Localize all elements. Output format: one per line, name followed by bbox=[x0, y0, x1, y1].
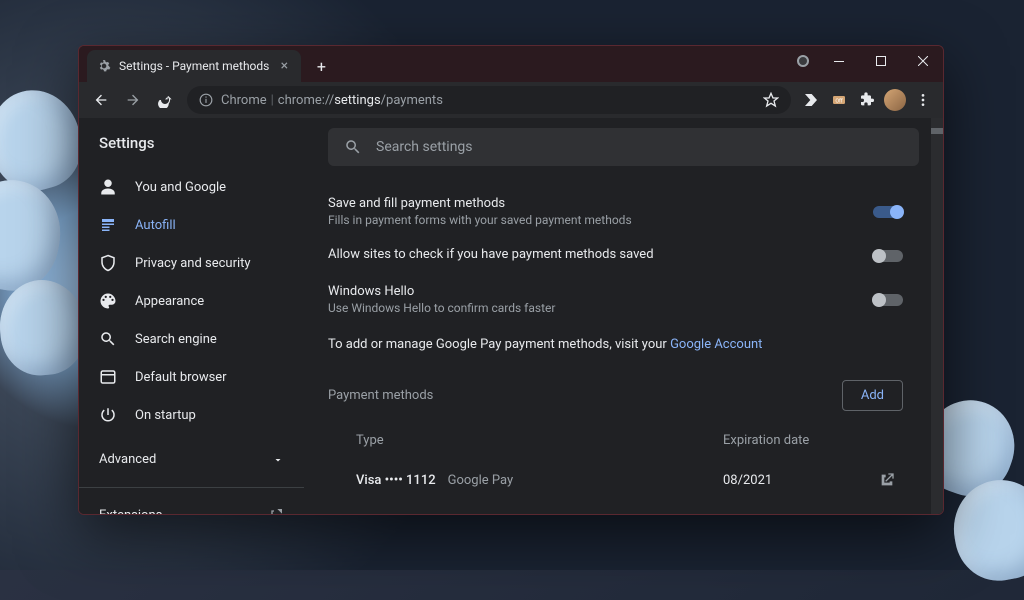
shield-icon bbox=[99, 254, 117, 272]
setting-windows-hello: Windows Hello Use Windows Hello to confi… bbox=[328, 274, 903, 325]
reload-button[interactable] bbox=[151, 86, 179, 114]
external-link-icon bbox=[268, 507, 284, 515]
profile-avatar[interactable] bbox=[883, 88, 907, 112]
setting-save-fill: Save and fill payment methods Fills in p… bbox=[328, 186, 903, 237]
gear-icon bbox=[97, 59, 111, 73]
extension-icon-1[interactable] bbox=[799, 88, 823, 112]
card-source: Google Pay bbox=[448, 473, 514, 488]
toggle-allow-check[interactable] bbox=[873, 250, 903, 262]
url-scheme: Chrome bbox=[221, 93, 267, 108]
setting-allow-check: Allow sites to check if you have payment… bbox=[328, 237, 903, 274]
close-tab-icon[interactable]: × bbox=[277, 59, 291, 73]
autofill-icon bbox=[99, 216, 117, 234]
divider bbox=[79, 487, 304, 488]
search-placeholder: Search settings bbox=[376, 139, 473, 155]
sidebar-item-privacy[interactable]: Privacy and security bbox=[79, 244, 304, 282]
minimize-button[interactable] bbox=[819, 46, 859, 76]
column-type: Type bbox=[356, 433, 723, 448]
search-icon bbox=[344, 138, 362, 156]
address-bar: Chrome | chrome://settings/payments Off bbox=[79, 82, 943, 118]
site-info-icon bbox=[199, 93, 213, 107]
card-expiration: 08/2021 bbox=[723, 473, 871, 488]
scrollbar[interactable] bbox=[931, 118, 943, 514]
browser-tab[interactable]: Settings - Payment methods × bbox=[87, 50, 301, 82]
bookmark-star-icon[interactable] bbox=[763, 92, 779, 108]
setting-label: Save and fill payment methods bbox=[328, 196, 873, 211]
sidebar-item-appearance[interactable]: Appearance bbox=[79, 282, 304, 320]
settings-title: Settings bbox=[79, 118, 304, 164]
update-indicator[interactable] bbox=[797, 55, 809, 67]
maximize-button[interactable] bbox=[861, 46, 901, 76]
card-name: Visa •••• 1112 bbox=[356, 473, 436, 488]
power-icon bbox=[99, 406, 117, 424]
payment-methods-heading: Payment methods bbox=[328, 388, 433, 403]
new-tab-button[interactable]: + bbox=[307, 52, 335, 80]
url-text: chrome://settings/payments bbox=[278, 93, 443, 108]
close-window-button[interactable] bbox=[903, 46, 943, 76]
titlebar: Settings - Payment methods × + bbox=[79, 46, 943, 82]
external-link-icon bbox=[879, 472, 895, 488]
sidebar-item-search[interactable]: Search engine bbox=[79, 320, 304, 358]
search-settings-input[interactable]: Search settings bbox=[328, 128, 919, 166]
back-button[interactable] bbox=[87, 86, 115, 114]
tab-title: Settings - Payment methods bbox=[119, 59, 269, 73]
payment-card-row[interactable]: Visa •••• 1112 Google Pay 08/2021 bbox=[328, 458, 903, 502]
setting-description: Fills in payment forms with your saved p… bbox=[328, 213, 873, 227]
google-pay-info: To add or manage Google Pay payment meth… bbox=[328, 325, 903, 370]
browser-icon bbox=[99, 368, 117, 386]
sidebar-extensions-link[interactable]: Extensions bbox=[79, 494, 304, 515]
settings-sidebar: Settings You and Google Autofill Privacy… bbox=[79, 118, 304, 514]
sidebar-advanced-toggle[interactable]: Advanced bbox=[79, 438, 304, 481]
toggle-save-fill[interactable] bbox=[873, 206, 903, 218]
column-expiration: Expiration date bbox=[723, 433, 903, 448]
sidebar-item-autofill[interactable]: Autofill bbox=[79, 206, 304, 244]
sidebar-item-startup[interactable]: On startup bbox=[79, 396, 304, 434]
menu-button[interactable] bbox=[911, 88, 935, 112]
sidebar-item-you-google[interactable]: You and Google bbox=[79, 168, 304, 206]
settings-main: Search settings Save and fill payment me… bbox=[304, 118, 943, 514]
chevron-down-icon bbox=[272, 454, 284, 466]
chrome-window: Settings - Payment methods × + Chrome | … bbox=[78, 45, 944, 515]
person-icon bbox=[99, 178, 117, 196]
add-payment-button[interactable]: Add bbox=[842, 380, 903, 411]
card-external-link[interactable] bbox=[871, 472, 903, 488]
google-account-link[interactable]: Google Account bbox=[670, 337, 762, 352]
extension-icon-2[interactable]: Off bbox=[827, 88, 851, 112]
svg-text:Off: Off bbox=[835, 98, 843, 105]
omnibox[interactable]: Chrome | chrome://settings/payments bbox=[187, 86, 791, 114]
setting-description: Use Windows Hello to confirm cards faste… bbox=[328, 301, 873, 315]
payment-table-header: Type Expiration date bbox=[328, 421, 903, 458]
forward-button[interactable] bbox=[119, 86, 147, 114]
toggle-windows-hello[interactable] bbox=[873, 294, 903, 306]
search-icon bbox=[99, 330, 117, 348]
appearance-icon bbox=[99, 292, 117, 310]
setting-label: Allow sites to check if you have payment… bbox=[328, 247, 873, 262]
setting-label: Windows Hello bbox=[328, 284, 873, 299]
extensions-icon[interactable] bbox=[855, 88, 879, 112]
sidebar-item-default-browser[interactable]: Default browser bbox=[79, 358, 304, 396]
